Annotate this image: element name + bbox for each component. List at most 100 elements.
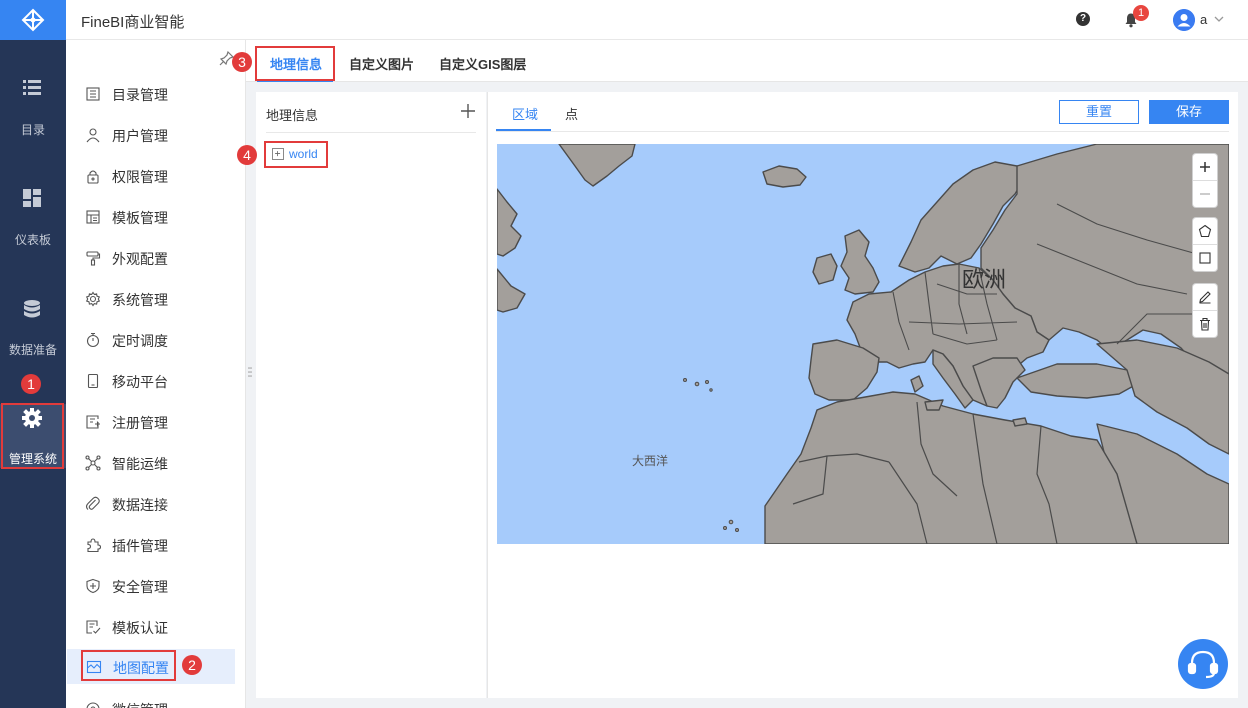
reset-button[interactable]: 重置 xyxy=(1059,100,1139,124)
rail-label-data-prep: 数据准备 xyxy=(8,343,57,357)
callout-1: 1 xyxy=(21,374,41,394)
rail-label-catalog: 目录 xyxy=(20,123,45,137)
menu-label-directory: 目录管理 xyxy=(112,87,168,103)
puzzle-icon xyxy=(87,538,101,553)
zoom-in-button[interactable] xyxy=(1193,154,1217,180)
directory-icon xyxy=(86,87,100,101)
world-map-land xyxy=(497,144,1229,544)
database-icon xyxy=(24,300,40,318)
menu-label-permissions: 权限管理 xyxy=(112,169,168,185)
wechat-icon xyxy=(86,702,100,708)
admin-menu: 目录管理 用户管理 权限管理 模板管理 外观配置 系统管理 定时调度 移动平台 … xyxy=(66,40,246,708)
rail-item-catalog[interactable]: 目录 xyxy=(0,76,66,156)
callout-box-admin xyxy=(1,403,64,469)
rail-item-data-prep[interactable]: 数据准备 xyxy=(0,298,66,378)
divider xyxy=(496,131,1229,132)
menu-label-certification: 模板认证 xyxy=(112,620,168,636)
menu-label-templates: 模板管理 xyxy=(112,210,168,226)
callout-3: 3 xyxy=(232,52,252,72)
menu-item-permissions[interactable]: 权限管理 xyxy=(66,158,246,193)
menu-label-schedule: 定时调度 xyxy=(112,333,168,349)
menu-item-appearance[interactable]: 外观配置 xyxy=(66,240,246,275)
minus-icon xyxy=(1200,193,1210,195)
menu-item-wechat[interactable]: 微信管理 xyxy=(66,691,246,708)
mobile-icon xyxy=(87,373,99,389)
map-config-tabs: 地理信息 自定义图片 自定义GIS图层 xyxy=(246,40,1248,82)
menu-item-system[interactable]: 系统管理 xyxy=(66,281,246,316)
menu-label-users: 用户管理 xyxy=(112,128,168,144)
menu-item-users[interactable]: 用户管理 xyxy=(66,117,246,152)
splitter-handle[interactable] xyxy=(248,366,252,380)
pentagon-icon xyxy=(1198,224,1212,238)
divider xyxy=(266,132,476,133)
settings-icon xyxy=(85,291,101,307)
draw-controls xyxy=(1193,218,1217,271)
rail-label-dashboard: 仪表板 xyxy=(14,233,51,247)
map-canvas[interactable]: 欧洲 大西洋 xyxy=(497,144,1229,544)
callout-box-world-node xyxy=(264,141,328,168)
save-button[interactable]: 保存 xyxy=(1149,100,1229,124)
menu-item-templates[interactable]: 模板管理 xyxy=(66,199,246,234)
menu-item-ops[interactable]: 智能运维 xyxy=(66,445,246,480)
app-title: FineBI商业智能 xyxy=(81,14,185,31)
menu-item-schedule[interactable]: 定时调度 xyxy=(66,322,246,357)
zoom-out-button[interactable] xyxy=(1193,181,1217,207)
chevron-down-icon[interactable] xyxy=(1213,13,1225,25)
rail-item-dashboard[interactable]: 仪表板 xyxy=(0,187,66,267)
menu-item-data-connection[interactable]: 数据连接 xyxy=(66,486,246,521)
menu-label-plugins: 插件管理 xyxy=(112,538,168,554)
tab-custom-gis[interactable]: 自定义GIS图层 xyxy=(439,54,526,73)
edit-controls xyxy=(1193,284,1217,337)
map-label-atlantic: 大西洋 xyxy=(632,454,669,468)
tab-region[interactable]: 区域 xyxy=(512,104,538,123)
zoom-controls xyxy=(1193,154,1217,207)
main-rail: 目录 仪表板 数据准备 管理系统 xyxy=(0,0,66,708)
menu-item-certification[interactable]: 模板认证 xyxy=(66,609,246,644)
list-icon xyxy=(23,80,41,95)
menu-label-appearance: 外观配置 xyxy=(112,251,168,267)
top-header: FineBI商业智能 ? 1 a xyxy=(66,0,1248,40)
pencil-icon xyxy=(1199,291,1211,304)
menu-item-plugins[interactable]: 插件管理 xyxy=(66,527,246,562)
add-icon[interactable] xyxy=(460,103,476,119)
avatar[interactable] xyxy=(1173,9,1195,31)
menu-label-wechat: 微信管理 xyxy=(112,700,168,708)
menu-label-security: 安全管理 xyxy=(112,579,168,595)
menu-label-data-connection: 数据连接 xyxy=(112,497,168,513)
customer-service-button[interactable] xyxy=(1178,639,1228,689)
tab-point[interactable]: 点 xyxy=(565,104,578,123)
menu-label-register: 注册管理 xyxy=(112,415,168,431)
dashboard-icon xyxy=(23,189,41,207)
callout-2: 2 xyxy=(182,655,202,675)
menu-item-register[interactable]: 注册管理 xyxy=(66,404,246,439)
certificate-icon xyxy=(86,620,101,634)
shield-icon xyxy=(86,578,100,594)
user-name[interactable]: a xyxy=(1200,12,1207,27)
trash-icon xyxy=(1200,317,1210,331)
user-icon xyxy=(86,128,100,143)
callout-box-map-config xyxy=(81,650,176,681)
draw-polygon-button[interactable] xyxy=(1193,218,1217,244)
timer-icon xyxy=(86,332,100,348)
link-icon xyxy=(85,496,100,510)
plus-icon xyxy=(1200,162,1210,172)
menu-item-mobile[interactable]: 移动平台 xyxy=(66,363,246,398)
template-icon xyxy=(86,210,100,224)
edit-button[interactable] xyxy=(1193,284,1217,310)
map-label-europe: 欧洲 xyxy=(962,267,1007,292)
geo-panel-title: 地理信息 xyxy=(266,108,319,123)
menu-label-system: 系统管理 xyxy=(112,292,168,308)
headset-icon xyxy=(1187,650,1219,679)
menu-item-directory[interactable]: 目录管理 xyxy=(66,76,246,111)
network-icon xyxy=(85,455,101,471)
app-logo[interactable] xyxy=(0,0,66,40)
draw-rectangle-button[interactable] xyxy=(1193,245,1217,271)
menu-label-ops: 智能运维 xyxy=(112,456,168,472)
notification-badge: 1 xyxy=(1133,5,1149,21)
menu-label-mobile: 移动平台 xyxy=(112,374,168,390)
tab-custom-image[interactable]: 自定义图片 xyxy=(349,54,414,73)
delete-button[interactable] xyxy=(1193,311,1217,337)
callout-4: 4 xyxy=(237,145,257,165)
menu-item-security[interactable]: 安全管理 xyxy=(66,568,246,603)
help-icon[interactable]: ? xyxy=(1076,12,1090,26)
